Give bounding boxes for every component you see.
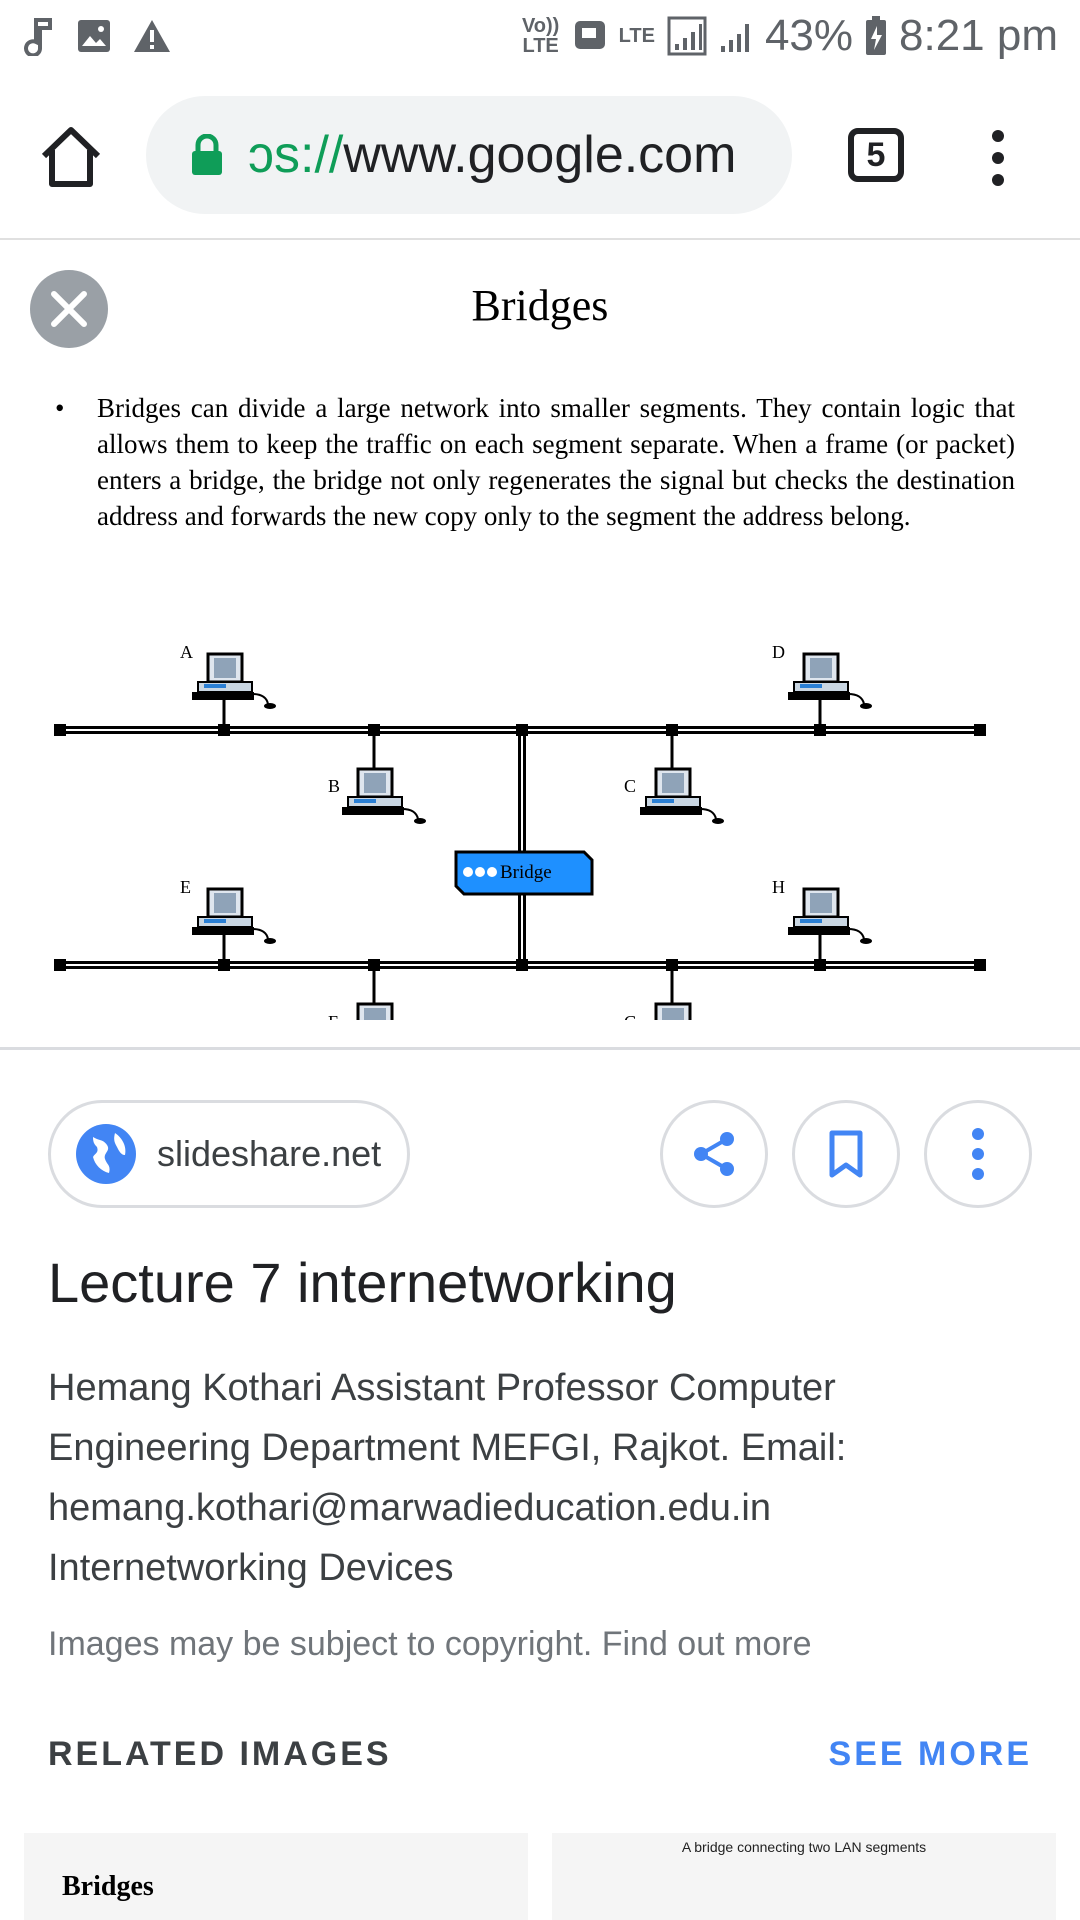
slide-text: Bridges can divide a large network into …	[97, 393, 1015, 531]
result-description: Hemang Kothari Assistant Professor Compu…	[48, 1367, 847, 1589]
lock-icon	[192, 134, 222, 175]
slide-text-block: • Bridges can divide a large network int…	[55, 390, 1015, 534]
share-icon	[694, 1132, 734, 1176]
tab-switcher-button[interactable]: 5	[848, 128, 904, 182]
status-bar: Vo)) LTE LTE 43% 8:21 pm	[0, 0, 1080, 72]
more-options-button[interactable]	[924, 1100, 1032, 1208]
url-text: ɔs://www.google.com	[248, 125, 736, 185]
battery-percent: 43%	[764, 11, 854, 60]
share-button[interactable]	[660, 1100, 768, 1208]
computer-e	[190, 887, 278, 946]
station-label-b: B	[328, 776, 340, 796]
station-label-a: A	[180, 642, 193, 662]
related-image-thumb[interactable]: Bridges	[24, 1833, 528, 1920]
see-more-link[interactable]: SEE MORE	[829, 1735, 1032, 1774]
computer-b	[340, 767, 428, 826]
related-image-thumb[interactable]: A bridge connecting two LAN segments	[552, 1833, 1056, 1920]
more-vert-icon	[972, 1128, 984, 1180]
globe-icon	[76, 1124, 136, 1184]
result-title[interactable]: Lecture 7 internetworking	[48, 1250, 1038, 1315]
clock: 8:21 pm	[899, 11, 1058, 60]
url-host: www.google.com	[343, 126, 737, 184]
message-icon	[574, 21, 605, 49]
bridge-network-diagram: A B C D E F G H Bridge	[54, 642, 986, 1020]
computer-f	[340, 1002, 428, 1020]
volte-indicator: Vo)) LTE	[521, 15, 560, 57]
station-label-d: D	[772, 642, 785, 662]
address-bar[interactable]: ɔs://www.google.com	[146, 96, 792, 214]
browser-toolbar: ɔs://www.google.com 5	[0, 72, 1080, 240]
signal-icon	[667, 16, 707, 56]
battery-icon	[866, 16, 887, 55]
slide-title: Bridges	[471, 281, 609, 330]
thumb-title: Bridges	[62, 1871, 154, 1902]
thumb-caption: A bridge connecting two LAN segments	[681, 1839, 927, 1855]
overflow-menu-icon[interactable]	[980, 128, 1016, 188]
station-label-h: H	[772, 877, 785, 897]
url-scheme: ɔs://	[248, 126, 344, 184]
computer-h	[786, 887, 874, 946]
image-icon	[78, 20, 110, 52]
station-label-g: G	[624, 1012, 637, 1020]
warning-icon	[134, 20, 170, 52]
computer-c	[638, 767, 726, 826]
lte-indicator: LTE	[618, 25, 655, 47]
save-button[interactable]	[792, 1100, 900, 1208]
home-icon[interactable]	[38, 124, 104, 190]
source-row: slideshare.net	[0, 1100, 1080, 1210]
source-chip[interactable]: slideshare.net	[48, 1100, 410, 1208]
computer-g	[638, 1002, 726, 1020]
bullet: •	[55, 393, 65, 423]
computer-a	[190, 652, 278, 711]
station-label-e: E	[180, 877, 191, 897]
music-note-icon	[24, 18, 52, 56]
signal-2-icon	[720, 24, 749, 52]
image-viewer[interactable]: Bridges • Bridges can divide a large net…	[0, 240, 1080, 1050]
bridge-device: Bridge	[454, 850, 594, 896]
station-label-f: F	[328, 1012, 338, 1020]
station-label-c: C	[624, 776, 636, 796]
bridge-label: Bridge	[500, 862, 552, 883]
bookmark-icon	[829, 1130, 863, 1178]
related-images-heading: RELATED IMAGES	[48, 1735, 392, 1773]
source-domain: slideshare.net	[157, 1133, 382, 1174]
computer-d	[786, 652, 874, 711]
copyright-notice[interactable]: Images may be subject to copyright. Find…	[48, 1625, 1038, 1664]
